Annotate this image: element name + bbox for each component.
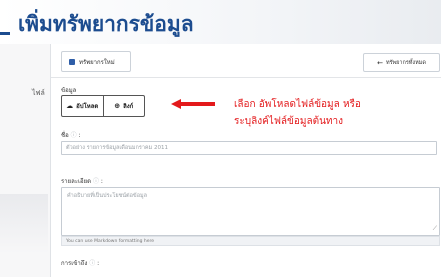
- resource-form-card: ทรัพยากรใหม่ ← ทรัพยากรทั้งหมด ข้อมูล ☁ …: [50, 44, 441, 277]
- cloud-upload-icon: ☁: [66, 102, 74, 110]
- tab-label: ทรัพยากรใหม่: [79, 58, 115, 66]
- callout-note: เลือก อัพโหลดไฟล์ข้อมูล หรือ ระบุลิงค์ไฟ…: [234, 96, 361, 130]
- page-header: เพิ่มทรัพยากรข้อมูล: [0, 0, 441, 44]
- help-icon[interactable]: ⓘ: [93, 178, 99, 185]
- tab-new-resource[interactable]: ทรัพยากรใหม่: [61, 51, 131, 72]
- link-label: ลิงก์: [123, 103, 134, 110]
- description-label: รายละเอียด: [61, 178, 92, 185]
- name-input[interactable]: ตัวอย่าง รายการข้อมูลเดือนมกราคม 2011: [61, 141, 437, 155]
- resource-icon: [69, 58, 75, 65]
- callout-line-2: ระบุลิงค์ไฟล์ข้อมูลต้นทาง: [234, 116, 344, 127]
- description-placeholder: คำอธิบายที่เป็นประโยชน์ต่อข้อมูล: [67, 193, 147, 199]
- sidebar: ไฟล์: [0, 44, 51, 277]
- sidebar-item-label[interactable]: ไฟล์: [32, 88, 45, 99]
- description-textarea[interactable]: คำอธิบายที่เป็นประโยชน์ต่อข้อมูล ⟋: [61, 187, 440, 236]
- title-accent-bar: [0, 32, 10, 35]
- upload-label: อัปโหลด: [76, 103, 99, 110]
- help-icon[interactable]: ⓘ: [89, 260, 95, 267]
- resize-handle-icon[interactable]: ⟋: [433, 225, 437, 233]
- all-resources-button[interactable]: ← ทรัพยากรทั้งหมด: [363, 53, 440, 72]
- description-label-row: รายละเอียด ⓘ :: [61, 178, 103, 185]
- page-title: เพิ่มทรัพยากรข้อมูล: [18, 12, 194, 36]
- card-header: ทรัพยากรใหม่ ← ทรัพยากรทั้งหมด: [51, 44, 441, 78]
- sidebar-shadow: [0, 194, 48, 254]
- format-label: การเข้าถึง: [61, 260, 88, 267]
- format-label-row: การเข้าถึง ⓘ :: [61, 260, 100, 267]
- callout-line-1: เลือก อัพโหลดไฟล์ข้อมูล หรือ: [234, 99, 361, 110]
- globe-icon: ⊕: [114, 102, 121, 110]
- callout-arrow-shaft: [181, 102, 215, 106]
- upload-button[interactable]: ☁ อัปโหลด: [62, 96, 103, 116]
- link-button[interactable]: ⊕ ลิงก์: [102, 96, 145, 116]
- data-source-toggle: ☁ อัปโหลด ⊕ ลิงก์: [61, 95, 145, 117]
- data-source-label: ข้อมูล: [61, 87, 77, 94]
- name-label: ชื่อ: [61, 132, 69, 139]
- callout-arrow-head: [171, 99, 181, 109]
- name-label-row: ชื่อ ⓘ :: [61, 132, 81, 139]
- markdown-hint: You can use Markdown formatting here: [61, 236, 440, 246]
- all-resources-label: ทรัพยากรทั้งหมด: [385, 59, 426, 66]
- arrow-left-icon: ←: [377, 58, 383, 67]
- help-icon[interactable]: ⓘ: [71, 132, 77, 139]
